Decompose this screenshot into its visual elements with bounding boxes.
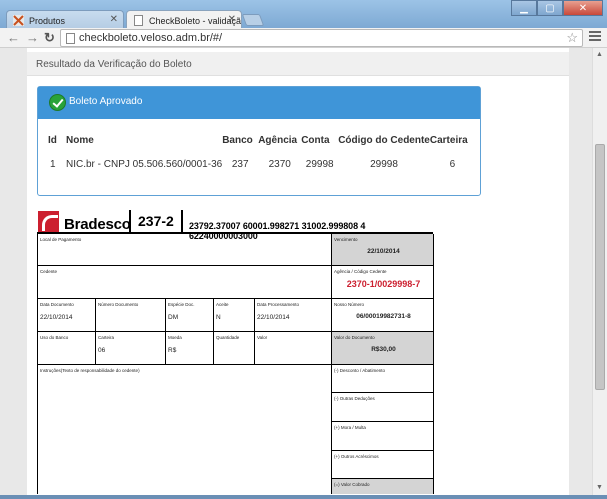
col-nome: Nome — [66, 135, 94, 146]
cell-conta: 29998 — [305, 159, 334, 170]
browser-toolbar: ← → ↻ checkboleto.veloso.adm.br/#/ ☆ — [0, 28, 607, 48]
check-circle-icon — [49, 94, 66, 111]
uso-banco-cell: Uso do Banco — [38, 332, 96, 365]
page-container: Resultado da Verificação do Boleto Bolet… — [27, 48, 569, 495]
window-titlebar: Produtos ✕ CheckBoleto - validação ✕ ▁ ▢… — [0, 0, 607, 30]
boleto-header: Bradesco 237-2 23792.37007 60001.998271 … — [37, 208, 433, 241]
col-agencia: Agência — [258, 135, 298, 146]
col-carteira: Carteira — [429, 135, 468, 146]
tab-checkboleto[interactable]: CheckBoleto - validação ✕ — [126, 10, 242, 30]
vencimento-cell: Vencimento 22/10/2014 — [332, 234, 434, 266]
close-icon[interactable]: ✕ — [228, 14, 236, 25]
mora-multa-cell: (+) Mora / Multa — [332, 422, 434, 451]
table-row: 1 NIC.br - CNPJ 05.506.560/0001-36 237 2… — [48, 159, 475, 170]
result-panel: Boleto Aprovado Id Nome Banco Agência Co… — [37, 86, 481, 196]
desconto-cell: (-) Desconto / Abatimento — [332, 365, 434, 393]
nosso-numero-cell: Nosso Número 06/00019982731-8 — [332, 299, 434, 332]
cell-agencia: 2370 — [268, 159, 291, 170]
agencia-codigo-cell: Agência / Código Cedente 2370-1/0029998-… — [332, 266, 434, 299]
valor-cell: Valor — [255, 332, 332, 365]
col-id: Id — [48, 135, 57, 146]
back-arrow-icon[interactable]: ← — [7, 30, 20, 46]
data-documento-cell: Data Documento 22/10/2014 — [38, 299, 96, 332]
col-codigo-cedente: Código do Cedente — [338, 135, 430, 146]
window-bottom-border — [0, 495, 607, 499]
col-banco: Banco — [222, 135, 253, 146]
cell-codigo-cedente: 29998 — [370, 159, 398, 170]
outras-deducoes-cell: (-) Outras Deduções — [332, 393, 434, 422]
aceite-cell: Aceite N — [214, 299, 255, 332]
close-icon[interactable]: ✕ — [110, 14, 118, 25]
tab-produtos[interactable]: Produtos ✕ — [6, 10, 124, 30]
menu-icon[interactable] — [589, 31, 601, 43]
result-table: Id Nome Banco Agência Conta Código do Ce… — [48, 135, 475, 170]
page-icon — [66, 33, 75, 44]
status-text: Boleto Aprovado — [69, 96, 143, 107]
window-controls: ▁ ▢ ✕ — [511, 0, 603, 16]
scrollbar-thumb[interactable] — [595, 144, 605, 390]
instrucoes-cell: Instruções(Texto de responsabilidade do … — [38, 365, 332, 494]
col-conta: Conta — [301, 135, 330, 146]
forward-arrow-icon[interactable]: → — [26, 30, 39, 46]
outros-acrescimos-cell: (+) Outros Acréscimos — [332, 451, 434, 479]
maximize-button[interactable]: ▢ — [537, 0, 563, 16]
page-viewport: Resultado da Verificação do Boleto Bolet… — [0, 48, 592, 495]
tab-label: Produtos — [29, 16, 66, 26]
numero-documento-cell: Número Documento — [96, 299, 166, 332]
produtos-favicon-icon — [13, 15, 24, 26]
data-processamento-cell: Data Processamento 22/10/2014 — [255, 299, 332, 332]
new-tab-button[interactable] — [241, 14, 265, 26]
page-favicon-icon — [133, 15, 144, 26]
cell-banco: 237 — [231, 159, 249, 170]
boleto: Bradesco 237-2 23792.37007 60001.998271 … — [37, 208, 434, 494]
table-header-row: Id Nome Banco Agência Conta Código do Ce… — [48, 135, 475, 159]
bradesco-logo-icon — [38, 211, 59, 232]
carteira-cell: Carteira 06 — [96, 332, 166, 365]
bookmark-star-icon[interactable]: ☆ — [566, 30, 578, 46]
url-text: checkboleto.veloso.adm.br/#/ — [79, 32, 223, 44]
reload-icon[interactable]: ↻ — [44, 30, 55, 46]
local-pagamento-cell: Local de Pagamento — [38, 234, 332, 266]
page-title: Resultado da Verificação do Boleto — [27, 52, 569, 76]
close-window-button[interactable]: ✕ — [563, 0, 603, 16]
quantidade-cell: Quantidade — [214, 332, 255, 365]
moeda-cell: Moeda R$ — [166, 332, 214, 365]
bank-name: Bradesco — [64, 216, 131, 233]
address-bar[interactable]: checkboleto.veloso.adm.br/#/ ☆ — [60, 29, 583, 47]
minimize-button[interactable]: ▁ — [511, 0, 537, 16]
scroll-up-icon[interactable]: ▲ — [596, 51, 603, 58]
cell-id: 1 — [50, 159, 56, 170]
valor-cobrado-cell: (=) Valor Cobrado — [332, 479, 434, 494]
vertical-scrollbar[interactable]: ▲ ▼ — [592, 48, 607, 495]
scroll-down-icon[interactable]: ▼ — [596, 484, 603, 491]
cedente-cell: Cedente — [38, 266, 332, 299]
cell-nome: NIC.br - CNPJ 05.506.560/0001-36 — [66, 159, 223, 170]
especie-doc-cell: Espécie Doc. DM — [166, 299, 214, 332]
cell-carteira: 6 — [449, 159, 456, 170]
valor-documento-cell: Valor do Documento R$30,00 — [332, 332, 434, 365]
boleto-grid: Local de Pagamento Vencimento 22/10/2014… — [37, 234, 434, 494]
bank-code: 237-2 — [129, 210, 183, 234]
result-header: Boleto Aprovado — [38, 87, 480, 119]
